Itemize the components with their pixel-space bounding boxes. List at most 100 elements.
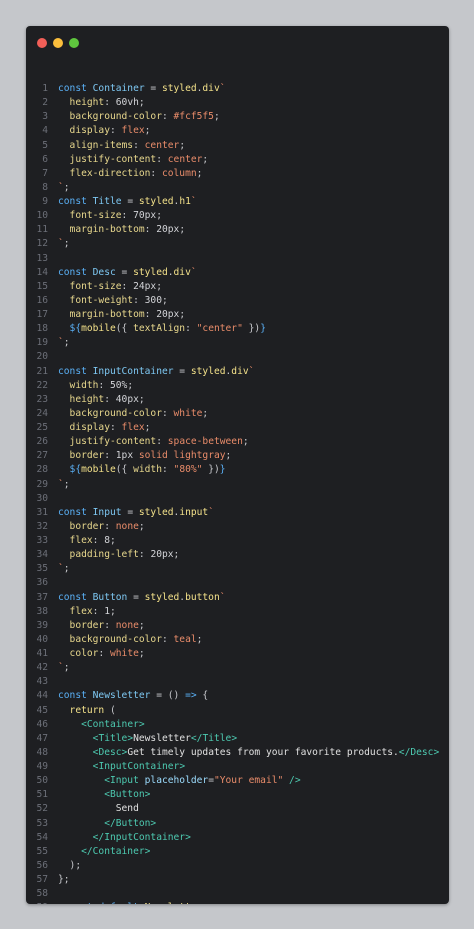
code-token: : xyxy=(138,549,151,561)
code-text: background-color: #fcf5f5; xyxy=(58,110,220,124)
code-line: 28 ${mobile({ width: "80%" })} xyxy=(26,463,449,477)
code-line: 53 </Button> xyxy=(26,817,449,831)
code-token: : xyxy=(185,323,197,335)
code-token: > xyxy=(185,831,191,843)
code-line: 3 background-color: #fcf5f5; xyxy=(26,110,449,124)
code-token: : xyxy=(104,393,116,405)
line-number: 1 xyxy=(42,83,48,94)
code-text: height: 40px; xyxy=(58,393,145,407)
code-token: : xyxy=(109,125,122,137)
code-text: <Title>Newsletter</Title> xyxy=(58,732,237,746)
code-line: 9 const Title = styled.h1` xyxy=(26,195,449,209)
code-line: 46 <Container> xyxy=(26,718,449,732)
line-number: 12 xyxy=(36,238,48,250)
code-token: < xyxy=(58,761,99,772)
code-token: Input xyxy=(92,506,122,518)
minimize-dot-icon[interactable] xyxy=(53,38,63,48)
code-token: display xyxy=(58,422,110,433)
code-token: width xyxy=(133,464,162,476)
code-token: const xyxy=(58,196,93,207)
code-text: const InputContainer = styled.div` xyxy=(58,365,254,379)
code-token: ({ xyxy=(115,323,134,335)
code-line: 36 xyxy=(26,576,449,590)
code-token: default xyxy=(98,902,144,904)
code-token: font-size xyxy=(58,210,122,222)
code-line: 30 xyxy=(26,492,449,506)
line-number: 28 xyxy=(36,464,48,476)
code-token: center xyxy=(144,139,180,151)
code-token: : xyxy=(121,210,134,222)
line-number: 56 xyxy=(36,859,48,871)
code-line: 43 xyxy=(26,675,449,689)
code-token: button xyxy=(185,591,220,603)
code-token: center xyxy=(167,153,203,165)
code-token: : xyxy=(144,224,157,236)
code-text: Send xyxy=(58,802,139,816)
code-text: margin-bottom: 20px; xyxy=(58,223,186,237)
code-token: : xyxy=(161,633,174,645)
line-number: 13 xyxy=(36,252,48,264)
code-token: ; xyxy=(179,224,186,236)
code-line: 15 font-size: 24px; xyxy=(26,280,449,294)
code-token: ); xyxy=(58,859,82,871)
code-text: const Button = styled.button` xyxy=(58,591,226,605)
code-text: flex: 1; xyxy=(58,605,116,619)
code-token: white xyxy=(173,407,203,419)
line-number: 3 xyxy=(42,111,48,123)
code-token: ` xyxy=(208,506,214,518)
code-token: 70px xyxy=(133,210,157,222)
line-number: 30 xyxy=(36,492,48,504)
code-line: 49 <InputContainer> xyxy=(26,760,449,774)
code-line: 54 </InputContainer> xyxy=(26,831,449,845)
code-token: ({ xyxy=(115,464,134,476)
code-token: : xyxy=(161,111,174,123)
code-token: : xyxy=(98,379,110,391)
code-token: ; xyxy=(202,407,209,419)
code-text: `; xyxy=(58,478,70,492)
code-token: 20px xyxy=(156,309,180,320)
code-token: Desc xyxy=(410,746,434,758)
code-line: 22 width: 50%; xyxy=(26,379,449,393)
code-token: ` xyxy=(190,266,197,278)
code-token: : xyxy=(104,450,116,462)
code-line: 6 justify-content: center; xyxy=(26,153,449,167)
code-token: 60vh xyxy=(115,97,139,109)
close-dot-icon[interactable] xyxy=(37,38,47,48)
code-line: 12 `; xyxy=(26,237,449,251)
code-token: ` xyxy=(190,196,197,207)
code-token: Input xyxy=(109,775,145,787)
code-text: border: 1px solid lightgray; xyxy=(58,449,232,463)
code-token: align-items xyxy=(58,139,134,151)
code-token: Container xyxy=(92,83,145,94)
code-line: 1 const Container = styled.div` xyxy=(26,82,449,96)
code-token: ; xyxy=(138,619,145,631)
line-number: 54 xyxy=(36,831,48,843)
line-number: 5 xyxy=(42,139,48,151)
code-token: height xyxy=(58,97,105,109)
code-line: 27 border: 1px solid lightgray; xyxy=(26,449,449,463)
line-number: 48 xyxy=(36,746,48,758)
code-text: const Input = styled.input` xyxy=(58,506,214,520)
code-token: }) xyxy=(242,323,261,335)
code-token: 40px xyxy=(115,393,139,405)
code-token: ` xyxy=(248,365,255,377)
zoom-dot-icon[interactable] xyxy=(69,38,79,48)
code-token: > xyxy=(138,718,145,730)
line-number: 2 xyxy=(42,97,48,109)
code-text: background-color: white; xyxy=(58,407,209,421)
code-line: 48 <Desc>Get timely updates from your fa… xyxy=(26,746,449,760)
code-token: Title xyxy=(98,732,128,744)
code-token: Button xyxy=(115,817,151,829)
line-number: 37 xyxy=(36,591,48,603)
code-token: Container xyxy=(92,845,145,857)
code-token: justify-content xyxy=(58,436,157,448)
code-text: align-items: center; xyxy=(58,139,186,153)
code-token: column xyxy=(161,167,197,179)
code-token: ; xyxy=(63,478,70,490)
code-line: 44 const Newsletter = () => { xyxy=(26,689,449,703)
code-token: ; xyxy=(156,280,162,292)
code-token: space-between xyxy=(167,436,243,448)
code-token: ; xyxy=(161,294,168,306)
code-token: mobile xyxy=(81,323,116,335)
code-token: </ xyxy=(190,732,203,744)
